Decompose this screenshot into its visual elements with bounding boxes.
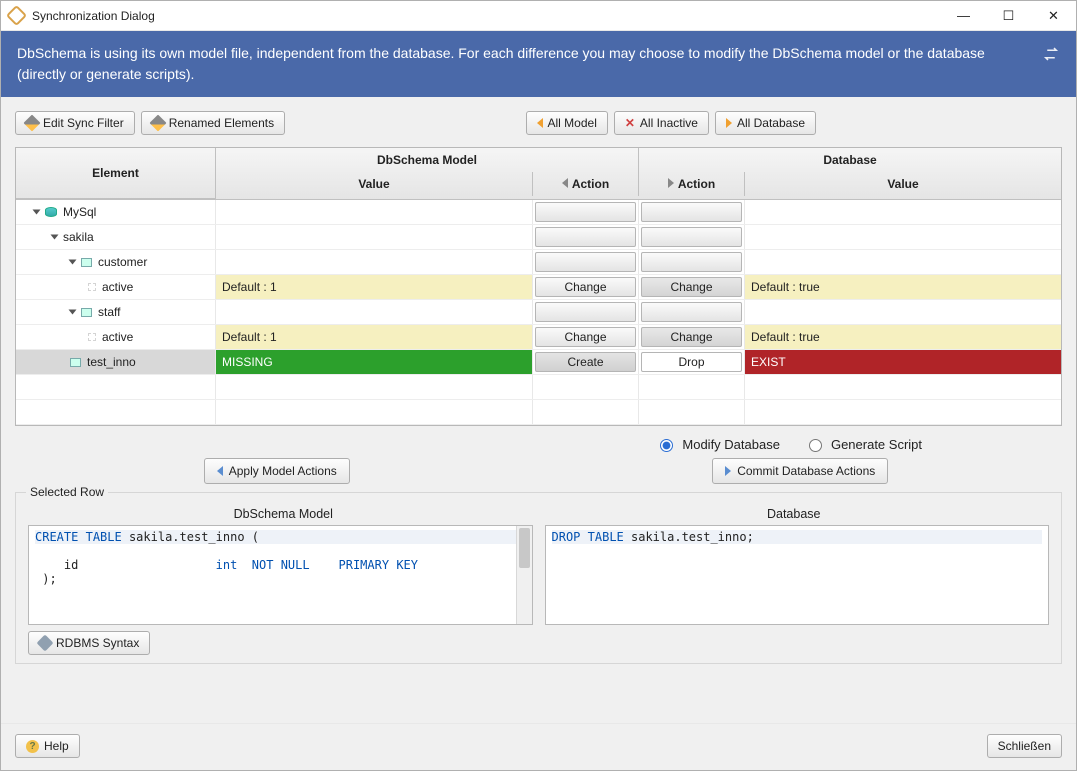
chevron-left-icon <box>217 466 223 476</box>
all-model-button[interactable]: All Model <box>526 111 608 135</box>
close-button[interactable]: Schließen <box>987 734 1062 758</box>
column-icon <box>88 283 96 291</box>
action-right-button[interactable] <box>641 227 742 247</box>
action-right-button[interactable] <box>641 302 742 322</box>
col-header-element: Element <box>16 148 216 199</box>
close-window-button[interactable]: ✕ <box>1031 1 1076 30</box>
col-header-value-db: Value <box>745 172 1061 196</box>
generate-script-radio[interactable]: Generate Script <box>804 436 922 452</box>
sr-head-model: DbSchema Model <box>28 503 539 525</box>
tree-row-customer[interactable]: customer <box>16 250 1061 275</box>
tree-row-mysql[interactable]: MySql <box>16 200 1061 225</box>
rdbms-syntax-button[interactable]: RDBMS Syntax <box>28 631 150 655</box>
col-header-model: DbSchema Model <box>216 148 639 172</box>
action-right-button[interactable] <box>641 202 742 222</box>
chevron-left-icon <box>562 178 568 188</box>
expand-toggle[interactable] <box>69 260 77 265</box>
action-left-button[interactable]: Change <box>535 277 636 297</box>
pencil-icon <box>149 115 166 132</box>
col-header-database: Database <box>639 148 1061 172</box>
sr-head-db: Database <box>539 503 1050 525</box>
model-sql-box[interactable]: CREATE TABLE sakila.test_inno ( id int N… <box>28 525 533 625</box>
tree-row-test-inno[interactable]: test_inno MISSING Create Drop EXIST <box>16 350 1061 375</box>
chevron-right-icon <box>726 118 732 128</box>
chevron-right-icon <box>668 178 674 188</box>
selected-row-panel: Selected Row DbSchema Model Database CRE… <box>15 492 1062 664</box>
table-icon <box>81 308 92 317</box>
edit-sync-filter-button[interactable]: Edit Sync Filter <box>15 111 135 135</box>
scrollbar[interactable] <box>516 526 532 624</box>
database-icon <box>45 207 57 217</box>
action-left-button[interactable] <box>535 302 636 322</box>
action-left-button[interactable]: Create <box>535 352 636 372</box>
swap-icon[interactable] <box>1042 45 1060 69</box>
action-right-button[interactable]: Change <box>641 327 742 347</box>
info-banner: DbSchema is using its own model file, in… <box>1 31 1076 97</box>
tree-body: MySql sakila customer <box>16 200 1061 425</box>
titlebar: Synchronization Dialog — ☐ ✕ <box>1 1 1076 31</box>
empty-row <box>16 375 1061 400</box>
help-button[interactable]: ? Help <box>15 734 80 758</box>
all-database-button[interactable]: All Database <box>715 111 816 135</box>
col-header-value-model: Value <box>216 172 533 196</box>
banner-text: DbSchema is using its own model file, in… <box>17 43 1030 85</box>
help-icon: ? <box>26 740 39 753</box>
action-right-button[interactable]: Drop <box>641 352 742 372</box>
window-title: Synchronization Dialog <box>32 9 155 23</box>
selected-row-legend: Selected Row <box>26 485 108 499</box>
expand-toggle[interactable] <box>69 310 77 315</box>
apply-model-actions-button[interactable]: Apply Model Actions <box>204 458 350 484</box>
sync-dialog-window: Synchronization Dialog — ☐ ✕ DbSchema is… <box>0 0 1077 771</box>
action-left-button[interactable]: Change <box>535 327 636 347</box>
minimize-button[interactable]: — <box>941 1 986 30</box>
tree-row-staff[interactable]: staff <box>16 300 1061 325</box>
wrench-icon <box>37 635 54 652</box>
col-header-action-right: Action <box>639 172 745 196</box>
tree-row-staff-active[interactable]: active Default : 1 Change Change Default… <box>16 325 1061 350</box>
renamed-elements-button[interactable]: Renamed Elements <box>141 111 285 135</box>
commit-database-actions-button[interactable]: Commit Database Actions <box>712 458 888 484</box>
sync-tree-table: Element DbSchema Model Database Value Ac… <box>15 147 1062 426</box>
chevron-left-icon <box>537 118 543 128</box>
action-left-button[interactable] <box>535 202 636 222</box>
tree-row-customer-active[interactable]: active Default : 1 Change Change Default… <box>16 275 1061 300</box>
x-icon: ✕ <box>625 116 635 130</box>
action-right-button[interactable]: Change <box>641 277 742 297</box>
action-left-button[interactable] <box>535 227 636 247</box>
modify-database-radio[interactable]: Modify Database <box>655 436 780 452</box>
column-icon <box>88 333 96 341</box>
pencil-icon <box>24 115 41 132</box>
table-icon <box>81 258 92 267</box>
all-inactive-button[interactable]: ✕ All Inactive <box>614 111 709 135</box>
chevron-right-icon <box>725 466 731 476</box>
action-right-button[interactable] <box>641 252 742 272</box>
app-icon <box>6 5 27 26</box>
db-sql-box[interactable]: DROP TABLE sakila.test_inno; <box>545 525 1050 625</box>
expand-toggle[interactable] <box>51 235 59 240</box>
tree-row-sakila[interactable]: sakila <box>16 225 1061 250</box>
table-icon <box>70 358 81 367</box>
expand-toggle[interactable] <box>33 210 41 215</box>
empty-row <box>16 400 1061 425</box>
action-left-button[interactable] <box>535 252 636 272</box>
maximize-button[interactable]: ☐ <box>986 1 1031 30</box>
col-header-action-left: Action <box>533 172 639 196</box>
